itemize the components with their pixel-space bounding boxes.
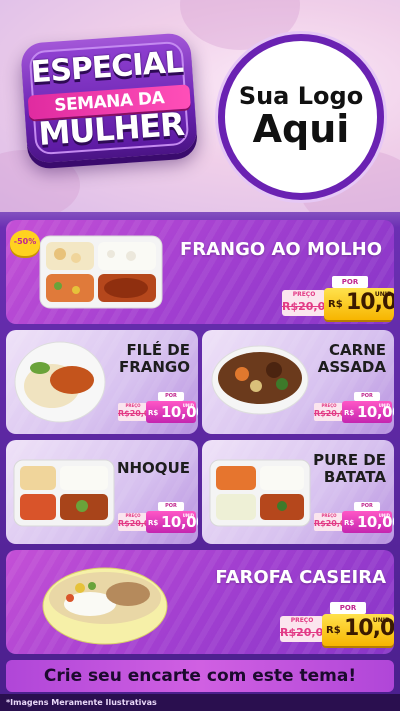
price-por-label: POR	[332, 276, 368, 288]
unit-label: UNID	[372, 617, 390, 624]
price-tag: POR PREÇO R$20,00 R$ 10,00 UNID	[314, 502, 394, 536]
product-name: FRANGO AO MOLHO	[179, 239, 382, 260]
old-price-box: PREÇO R$20,00	[314, 403, 352, 421]
food-bowl-image	[42, 567, 168, 645]
price-por-label: POR	[330, 602, 366, 614]
old-price-value: R$20,00	[118, 409, 156, 418]
currency-symbol: R$	[326, 625, 341, 636]
disclaimer-footer: *Imagens Meramente Ilustrativas	[0, 694, 400, 711]
price-tag: POR PREÇO R$20,00 R$ 10,00 UNID	[118, 502, 198, 536]
product-card-carne-assada: CARNE ASSADA POR PREÇO R$20,00 R$ 10,00 …	[202, 330, 394, 434]
header-banner: ESPECIAL SEMANA DA MULHER Sua Logo Aqui	[0, 0, 400, 212]
food-tray-image	[39, 235, 163, 309]
old-price-value: R$20,00	[118, 519, 156, 528]
food-tray-image	[209, 459, 311, 527]
product-name: PURE DE BATATA	[313, 451, 386, 487]
currency-symbol: R$	[344, 409, 355, 417]
unit-label: UNID	[374, 291, 392, 298]
unit-label: UNID	[378, 513, 390, 518]
product-card-nhoque: NHOQUE POR PREÇO R$20,00 R$ 10,00 UNID	[6, 440, 198, 544]
product-name: FAROFA CASEIRA	[215, 567, 386, 588]
product-name: CARNE ASSADA	[317, 341, 386, 377]
unit-label: UNID	[378, 403, 390, 408]
old-price-label: PREÇO	[292, 291, 316, 298]
old-price-value: R$20,00	[314, 409, 352, 418]
unit-label: UNID	[182, 513, 194, 518]
price-por-label: POR	[158, 502, 184, 511]
new-price-box: R$ 10,00 UNID	[146, 401, 198, 423]
campaign-badge: ESPECIAL SEMANA DA MULHER	[20, 32, 198, 164]
currency-symbol: R$	[328, 299, 343, 310]
old-price-value: R$20,00	[280, 626, 331, 639]
old-price-box: PREÇO R$20,00	[280, 616, 331, 642]
product-name: NHOQUE	[116, 459, 190, 477]
product-name-line1: FILÉ DE	[126, 341, 190, 359]
unit-label: UNID	[182, 403, 194, 408]
new-price-box: R$ 10,00 UNID	[324, 288, 394, 320]
old-price-value: R$20,00	[314, 519, 352, 528]
new-price-box: R$ 10,00 UNID	[342, 511, 394, 533]
old-price-label: PREÇO	[321, 403, 337, 408]
currency-symbol: R$	[344, 519, 355, 527]
cta-banner[interactable]: Crie seu encarte com este tema!	[6, 660, 394, 692]
product-name-line2: ASSADA	[317, 358, 386, 377]
discount-heart-badge: -50%	[10, 230, 40, 256]
old-price-box: PREÇO R$20,00	[282, 290, 333, 316]
new-price-box: R$ 10,00 UNID	[322, 614, 394, 646]
price-tag: POR PREÇO R$20,00 R$ 10,00 UNID	[118, 392, 198, 426]
product-name: FILÉ DE FRANGO	[118, 341, 190, 377]
product-card-farofa-caseira: FAROFA CASEIRA POR PREÇO R$20,00 R$ 10,0…	[6, 550, 394, 654]
product-name-line2: BATATA	[323, 468, 386, 487]
food-tray-image	[13, 459, 115, 527]
food-bowl-image	[211, 345, 309, 415]
currency-symbol: R$	[148, 519, 159, 527]
currency-symbol: R$	[148, 409, 159, 417]
price-tag: POR PREÇO R$20,00 R$ 10,00 UNID	[314, 392, 394, 426]
price-por-label: POR	[354, 502, 380, 511]
new-price-box: R$ 10,00 UNID	[342, 401, 394, 423]
product-card-frango-ao-molho: FRANGO AO MOLHO POR PREÇO R$20,00 R$ 10,…	[6, 220, 394, 324]
old-price-box: PREÇO R$20,00	[118, 513, 156, 531]
price-por-label: POR	[158, 392, 184, 401]
logo-text-line2: Aqui	[252, 107, 350, 152]
new-price-box: R$ 10,00 UNID	[146, 511, 198, 533]
product-name-line2: FRANGO	[118, 358, 190, 377]
old-price-box: PREÇO R$20,00	[118, 403, 156, 421]
product-name-line1: PURE DE	[313, 451, 386, 469]
logo-placeholder: Sua Logo Aqui	[218, 34, 384, 200]
cta-text: Crie seu encarte com este tema!	[43, 666, 357, 686]
old-price-box: PREÇO R$20,00	[314, 513, 352, 531]
old-price-label: PREÇO	[125, 403, 141, 408]
product-card-file-de-frango: FILÉ DE FRANGO POR PREÇO R$20,00 R$ 10,0…	[6, 330, 198, 434]
old-price-label: PREÇO	[290, 617, 314, 624]
old-price-label: PREÇO	[125, 513, 141, 518]
old-price-label: PREÇO	[321, 513, 337, 518]
product-name-line1: CARNE	[329, 341, 386, 359]
logo-text-line1: Sua Logo	[238, 81, 364, 110]
product-card-pure-de-batata: PURE DE BATATA POR PREÇO R$20,00 R$ 10,0…	[202, 440, 394, 544]
price-por-label: POR	[354, 392, 380, 401]
food-plate-image	[14, 341, 106, 423]
old-price-value: R$20,00	[282, 300, 333, 313]
